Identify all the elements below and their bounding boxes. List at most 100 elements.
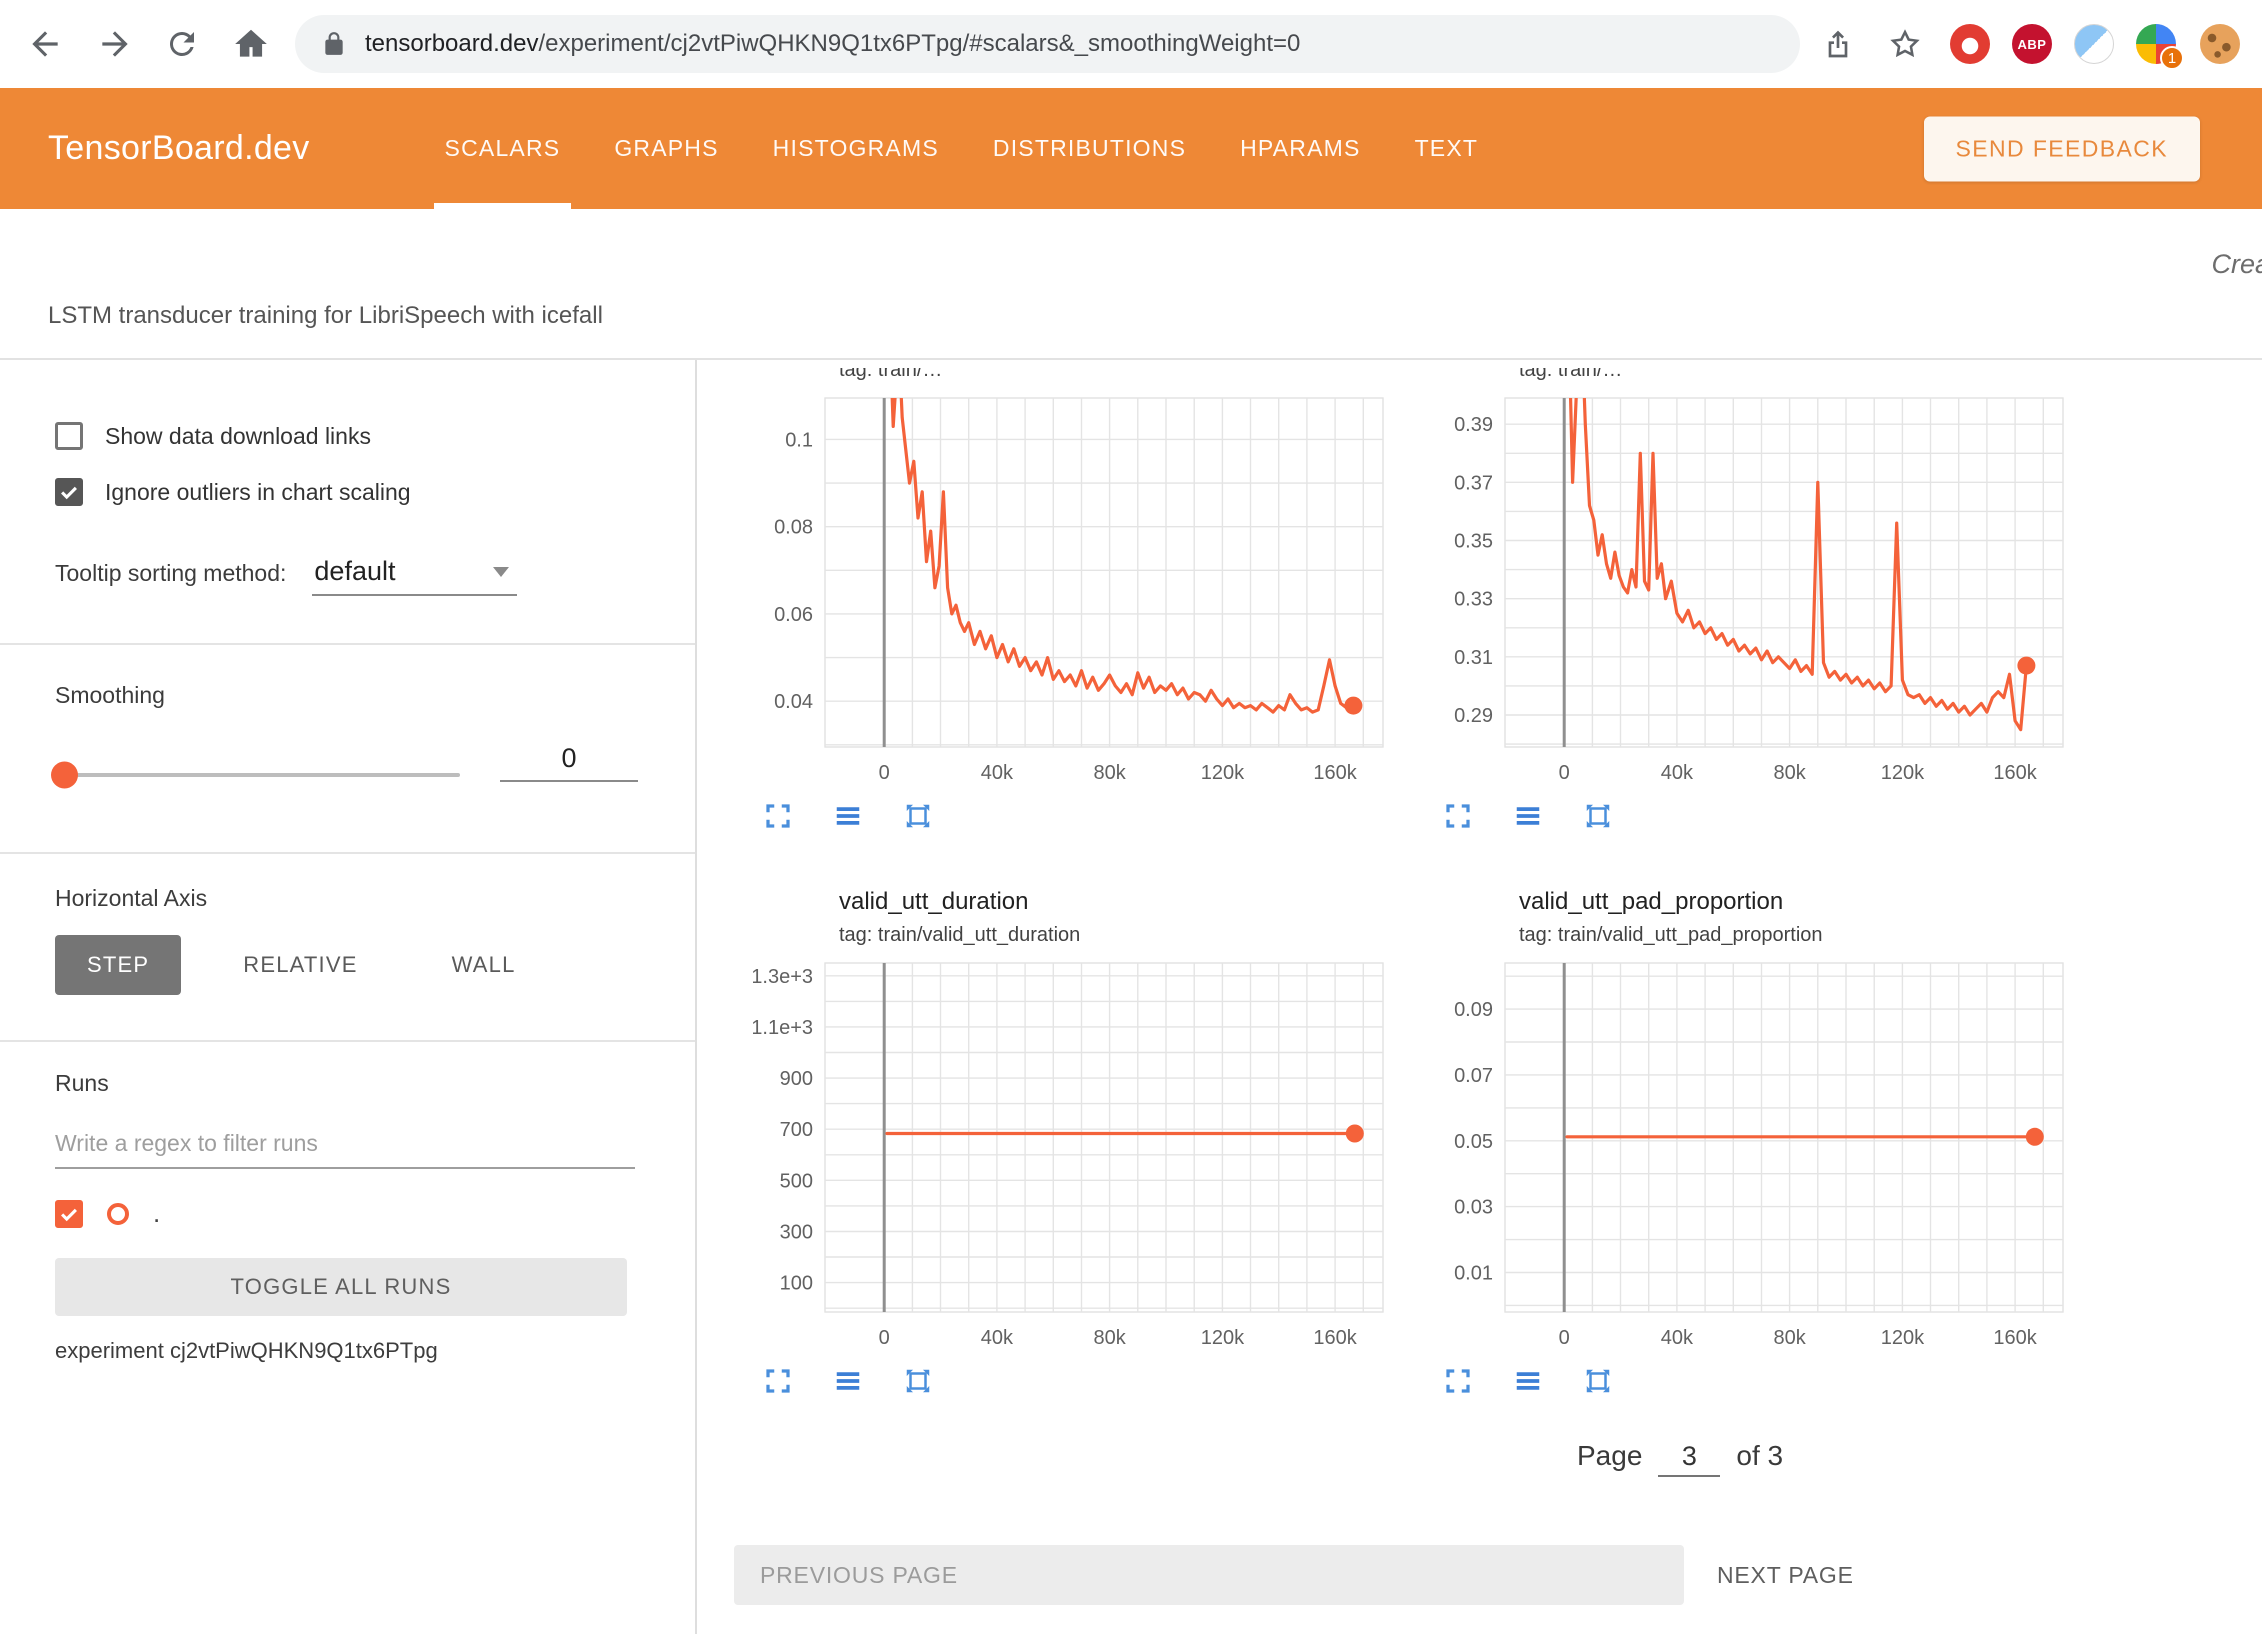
axis-relative-button[interactable]: RELATIVE [211, 935, 389, 995]
profile-extension-icon[interactable]: 1 [2136, 24, 2176, 64]
show-download-links-checkbox[interactable]: Show data download links [55, 422, 371, 450]
axis-step-button[interactable]: STEP [55, 935, 181, 995]
run-row[interactable]: . [55, 1198, 160, 1229]
tooltip-sorting-label: Tooltip sorting method: [55, 560, 286, 587]
horizontal-axis-toggle: STEP RELATIVE WALL [55, 935, 548, 995]
reload-button[interactable] [164, 26, 200, 62]
fit-domain-button[interactable] [1581, 799, 1615, 833]
chart-toolbar [761, 799, 1413, 833]
svg-text:120k: 120k [1881, 1327, 1925, 1349]
lines-icon [1513, 801, 1543, 831]
line-chart[interactable]: 1.3e+31.1e+3900700500300100040k80k120k16… [753, 951, 1393, 1356]
next-page-button[interactable]: NEXT PAGE [1717, 1545, 1854, 1605]
axis-wall-button[interactable]: WALL [420, 935, 548, 995]
svg-text:0.04: 0.04 [774, 691, 813, 713]
tab-text[interactable]: TEXT [1388, 88, 1506, 209]
svg-text:0.09: 0.09 [1454, 999, 1493, 1021]
fit-domain-button[interactable] [901, 1364, 935, 1398]
svg-text:300: 300 [780, 1222, 813, 1244]
fit-domain-button[interactable] [901, 799, 935, 833]
smoothing-value-input[interactable] [500, 743, 638, 782]
previous-page-button[interactable]: PREVIOUS PAGE [734, 1545, 1684, 1605]
page-total: of 3 [1736, 1440, 1783, 1472]
url-domain: tensorboard.dev [365, 30, 538, 57]
send-feedback-button[interactable]: SEND FEEDBACK [1924, 116, 2200, 181]
line-chart[interactable]: 0.390.370.350.330.310.29040k80k120k160k [1433, 386, 2073, 791]
url-path: /experiment/cj2vtPiwQHKN9Q1tx6PTpg/#scal… [538, 30, 1300, 57]
ignore-outliers-checkbox[interactable]: Ignore outliers in chart scaling [55, 478, 411, 506]
expand-chart-button[interactable] [761, 1364, 795, 1398]
smoothing-slider[interactable] [55, 773, 460, 777]
run-checkbox[interactable] [55, 1200, 83, 1228]
forward-button[interactable] [96, 25, 134, 63]
expand-icon [763, 1366, 793, 1396]
subheader: Crea LSTM transducer training for LibriS… [0, 209, 2262, 360]
expand-icon [763, 801, 793, 831]
share-icon [1822, 28, 1854, 60]
page-label: Page [1577, 1440, 1642, 1472]
tab-scalars[interactable]: SCALARS [418, 88, 588, 209]
bookmark-star-button[interactable] [1888, 27, 1922, 61]
svg-text:160k: 160k [1313, 762, 1357, 784]
expand-chart-button[interactable] [1441, 1364, 1475, 1398]
toggle-all-runs-button[interactable]: TOGGLE ALL RUNS [55, 1258, 627, 1316]
svg-text:0.05: 0.05 [1454, 1131, 1493, 1153]
toggle-log-axis-button[interactable] [831, 1364, 865, 1398]
toggle-log-axis-button[interactable] [1511, 1364, 1545, 1398]
lines-icon [833, 801, 863, 831]
page-number-input[interactable] [1658, 1441, 1720, 1477]
fit-domain-button[interactable] [1581, 1364, 1615, 1398]
chart-tag: tag: train/valid_utt_pad_proportion [1519, 924, 2093, 947]
chart-header-clipped: tag: train/… [1519, 368, 2093, 382]
checkbox-unchecked-icon [55, 422, 83, 450]
tab-distributions[interactable]: DISTRIBUTIONS [966, 88, 1213, 209]
svg-text:100: 100 [780, 1273, 813, 1295]
svg-text:80k: 80k [1093, 1327, 1126, 1349]
abp-extension-icon[interactable]: ABP [2012, 24, 2052, 64]
tab-hparams[interactable]: HPARAMS [1213, 88, 1387, 209]
svg-text:0.1: 0.1 [785, 429, 813, 451]
tab-graphs[interactable]: GRAPHS [587, 88, 745, 209]
app-logo[interactable]: TensorBoard.dev [48, 129, 310, 168]
fit-icon [903, 801, 933, 831]
share-button[interactable] [1822, 28, 1854, 60]
dropdown-caret-icon [493, 567, 509, 577]
expand-chart-button[interactable] [1441, 799, 1475, 833]
line-chart[interactable]: 0.090.070.050.030.01040k80k120k160k [1433, 951, 2073, 1356]
toggle-log-axis-button[interactable] [831, 799, 865, 833]
runs-filter-input[interactable] [55, 1122, 635, 1169]
experiment-title: LSTM transducer training for LibriSpeech… [48, 302, 603, 330]
chart-card-top-right: tag: train/… 0.390.370.350.330.310.29040… [1433, 368, 2093, 833]
svg-text:160k: 160k [1993, 1327, 2037, 1349]
home-button[interactable] [232, 25, 270, 63]
svg-text:0.37: 0.37 [1454, 472, 1493, 494]
runs-label: Runs [55, 1070, 109, 1097]
chart-tag-clipped: tag: train/… [1519, 368, 1622, 382]
nav-tabs: SCALARS GRAPHS HISTOGRAMS DISTRIBUTIONS … [418, 88, 1506, 209]
cookie-extension-icon[interactable] [2200, 24, 2240, 64]
tab-histograms[interactable]: HISTOGRAMS [746, 88, 966, 209]
clipped-create-link[interactable]: Crea [2211, 249, 2262, 280]
chart-card-valid-utt-duration: valid_utt_duration tag: train/valid_utt_… [753, 888, 1413, 1398]
url-bar[interactable]: tensorboard.dev/experiment/cj2vtPiwQHKN9… [295, 15, 1800, 73]
screenshot-extension-icon[interactable] [2074, 24, 2114, 64]
expand-chart-button[interactable] [761, 799, 795, 833]
fit-icon [1583, 1366, 1613, 1396]
horizontal-axis-label: Horizontal Axis [55, 885, 207, 912]
divider [0, 643, 695, 645]
back-button[interactable] [26, 25, 64, 63]
line-chart[interactable]: 0.10.080.060.04040k80k120k160k [753, 386, 1393, 791]
svg-text:40k: 40k [1661, 1327, 1694, 1349]
chart-title: valid_utt_pad_proportion [1519, 888, 2093, 916]
checkbox-label: Ignore outliers in chart scaling [105, 479, 411, 506]
tooltip-sorting-dropdown[interactable]: default [312, 556, 517, 596]
svg-text:900: 900 [780, 1068, 813, 1090]
svg-text:40k: 40k [981, 762, 1014, 784]
chart-toolbar [761, 1364, 1413, 1398]
adblock-extension-icon[interactable] [1950, 24, 1990, 64]
slider-thumb[interactable] [51, 762, 78, 789]
checkbox-checked-icon [55, 478, 83, 506]
svg-text:80k: 80k [1773, 762, 1806, 784]
toggle-log-axis-button[interactable] [1511, 799, 1545, 833]
svg-text:120k: 120k [1201, 762, 1245, 784]
